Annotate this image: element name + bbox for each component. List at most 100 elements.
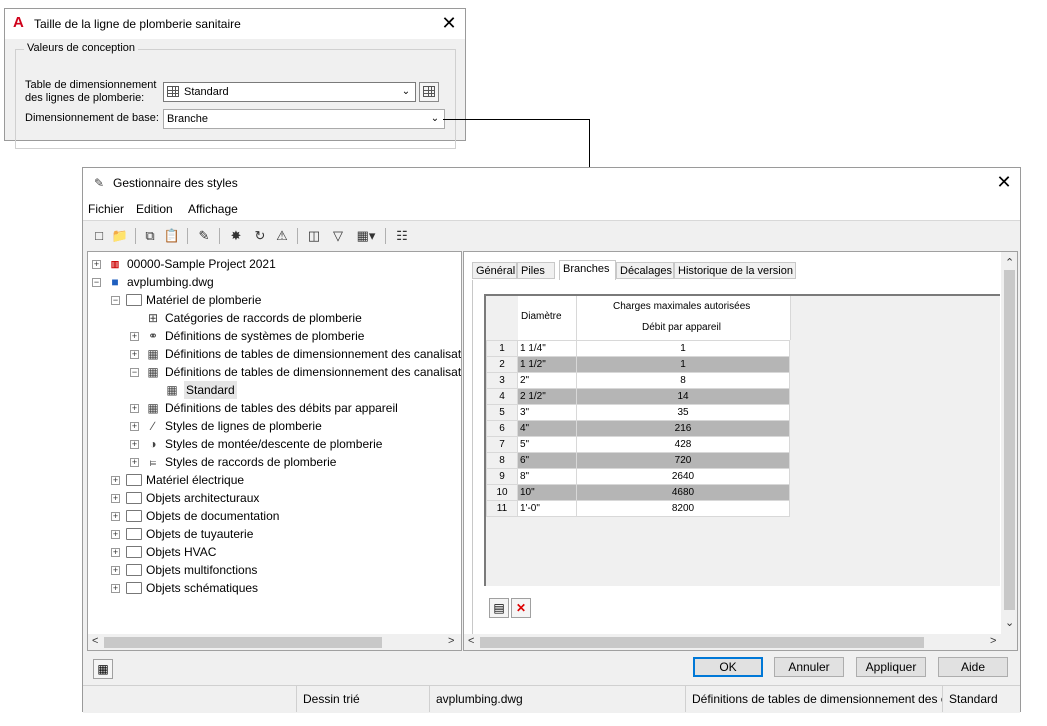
expand-icon[interactable]: + xyxy=(130,404,139,413)
ok-button[interactable]: OK xyxy=(693,657,763,677)
tree-item-documentation[interactable]: Objets de documentation xyxy=(146,507,279,525)
diameter-cell[interactable]: 2" xyxy=(517,372,577,389)
load-cell[interactable]: 14 xyxy=(576,388,790,405)
edit-table-button[interactable] xyxy=(419,82,439,102)
expand-icon[interactable]: + xyxy=(111,548,120,557)
tree-item-fitting-categories[interactable]: Catégories de raccords de plomberie xyxy=(165,309,362,327)
tree-item-schematic[interactable]: Objets schématiques xyxy=(146,579,258,597)
tree-item-architectural[interactable]: Objets architecturaux xyxy=(146,489,259,507)
inventory-icon[interactable]: ☷ xyxy=(393,227,411,245)
tree-item-sizing-tables-2[interactable]: Définitions de tables de dimensionnement… xyxy=(165,363,461,381)
tree-item-rise-drop-styles[interactable]: Styles de montée/descente de plomberie xyxy=(165,435,382,453)
delete-row-icon[interactable]: ✕ xyxy=(511,598,531,618)
close-icon[interactable]: ✕ xyxy=(994,172,1014,192)
diameter-cell[interactable]: 3" xyxy=(517,404,577,421)
chevron-down-icon[interactable]: ⌄ xyxy=(397,83,415,101)
help-button[interactable]: Aide xyxy=(938,657,1008,677)
load-cell[interactable]: 35 xyxy=(576,404,790,421)
expand-icon[interactable]: + xyxy=(130,440,139,449)
base-sizing-combo[interactable]: Branche ⌄ xyxy=(163,109,445,129)
expand-icon[interactable]: + xyxy=(130,332,139,341)
tab-branches[interactable]: Branches xyxy=(559,260,616,280)
synchronize-icon[interactable]: ↻ xyxy=(251,227,269,245)
toggle-view-icon[interactable]: ▦ xyxy=(93,659,113,679)
menu-fichier[interactable]: Fichier xyxy=(88,202,124,216)
diameter-cell[interactable]: 5" xyxy=(517,436,577,453)
load-cell[interactable]: 428 xyxy=(576,436,790,453)
diameter-cell[interactable]: 1'-0" xyxy=(517,500,577,517)
tree-item-system-definitions[interactable]: Définitions de systèmes de plomberie xyxy=(165,327,364,345)
tree-item-multipurpose[interactable]: Objets multifonctions xyxy=(146,561,257,579)
diameter-cell[interactable]: 1 1/2" xyxy=(517,356,577,373)
load-cell[interactable]: 1 xyxy=(576,356,790,373)
expand-icon[interactable]: + xyxy=(111,566,120,575)
apply-button[interactable]: Appliquer xyxy=(856,657,926,677)
load-cell[interactable]: 720 xyxy=(576,452,790,469)
tree-horizontal-scrollbar[interactable]: < > xyxy=(88,634,461,650)
diameter-cell[interactable]: 4" xyxy=(517,420,577,437)
table-row[interactable]: 9 8" 2640 xyxy=(486,468,790,485)
tree-item-piping[interactable]: Objets de tuyauterie xyxy=(146,525,253,543)
diameter-cell[interactable]: 6" xyxy=(517,452,577,469)
tab-decalages[interactable]: Décalages xyxy=(616,262,674,279)
expand-icon[interactable]: + xyxy=(130,458,139,467)
tree-item-flow-tables[interactable]: Définitions de tables des débits par app… xyxy=(165,399,398,417)
update-standards-icon[interactable]: ⚠ xyxy=(273,227,291,245)
collapse-icon[interactable]: − xyxy=(130,368,139,377)
view-options-icon[interactable]: ▦▾ xyxy=(353,227,379,245)
scrollbar-thumb[interactable] xyxy=(104,637,382,648)
expand-icon[interactable]: + xyxy=(111,584,120,593)
open-drawing-icon[interactable]: 📁 xyxy=(111,227,129,245)
scrollbar-thumb[interactable] xyxy=(1004,270,1015,610)
expand-icon[interactable]: + xyxy=(111,512,120,521)
purge-icon[interactable]: ◫ xyxy=(305,227,323,245)
table-row[interactable]: 6 4" 216 xyxy=(486,420,790,437)
pane-horizontal-scrollbar[interactable]: < > xyxy=(464,634,1017,650)
menu-edition[interactable]: Edition xyxy=(136,202,173,216)
load-cell[interactable]: 2640 xyxy=(576,468,790,485)
tree-item-fitting-styles[interactable]: Styles de raccords de plomberie xyxy=(165,453,336,471)
tree-item-standard[interactable]: Standard xyxy=(184,381,237,399)
copy-icon[interactable]: ⧉ xyxy=(141,227,159,245)
load-cell[interactable]: 8200 xyxy=(576,500,790,517)
tree-item-plumbing[interactable]: Matériel de plomberie xyxy=(146,291,261,309)
scroll-left-icon[interactable]: < xyxy=(92,635,98,647)
sizing-table-combo[interactable]: Standard ⌄ xyxy=(163,82,416,102)
expand-icon[interactable]: + xyxy=(130,350,139,359)
add-row-icon[interactable]: ▤ xyxy=(489,598,509,618)
tree-item-sizing-tables-1[interactable]: Définitions de tables de dimensionnement… xyxy=(165,345,461,363)
scroll-down-icon[interactable]: ⌄ xyxy=(1005,616,1014,629)
paste-icon[interactable]: 📋 xyxy=(163,227,181,245)
menu-affichage[interactable]: Affichage xyxy=(188,202,238,216)
scroll-up-icon[interactable]: ⌃ xyxy=(1005,256,1014,269)
expand-icon[interactable]: + xyxy=(111,476,120,485)
load-cell[interactable]: 1 xyxy=(576,340,790,357)
table-row[interactable]: 21 1/2" 1 xyxy=(486,356,790,373)
expand-icon[interactable]: + xyxy=(92,260,101,269)
tab-piles[interactable]: Piles xyxy=(517,262,555,279)
new-style-icon[interactable]: ✸ xyxy=(227,227,245,245)
diameter-cell[interactable]: 2 1/2" xyxy=(517,388,577,405)
table-row[interactable]: 7 5" 428 xyxy=(486,436,790,453)
load-cell[interactable]: 4680 xyxy=(576,484,790,501)
table-row[interactable]: 11 1/4" 1 xyxy=(486,340,790,357)
collapse-icon[interactable]: − xyxy=(92,278,101,287)
close-icon[interactable]: ✕ xyxy=(439,13,459,33)
collapse-icon[interactable]: − xyxy=(111,296,120,305)
table-row[interactable]: 3 2" 8 xyxy=(486,372,790,389)
tree-item-drawing[interactable]: avplumbing.dwg xyxy=(127,273,214,291)
diameter-cell[interactable]: 8" xyxy=(517,468,577,485)
tab-historique[interactable]: Historique de la version xyxy=(674,262,796,279)
load-cell[interactable]: 216 xyxy=(576,420,790,437)
chevron-down-icon[interactable]: ⌄ xyxy=(426,110,444,128)
tree-item-line-styles[interactable]: Styles de lignes de plomberie xyxy=(165,417,322,435)
table-row[interactable]: 42 1/2" 14 xyxy=(486,388,790,405)
table-row[interactable]: 5 3" 35 xyxy=(486,404,790,421)
tree-item-electrical[interactable]: Matériel électrique xyxy=(146,471,244,489)
expand-icon[interactable]: + xyxy=(111,494,120,503)
table-row[interactable]: 11 1'-0" 8200 xyxy=(486,500,790,517)
pane-vertical-scrollbar[interactable]: ⌃ ⌄ xyxy=(1001,252,1017,634)
expand-icon[interactable]: + xyxy=(111,530,120,539)
tree-item-project[interactable]: 00000-Sample Project 2021 xyxy=(127,255,276,273)
edit-style-icon[interactable]: ✎ xyxy=(195,227,213,245)
